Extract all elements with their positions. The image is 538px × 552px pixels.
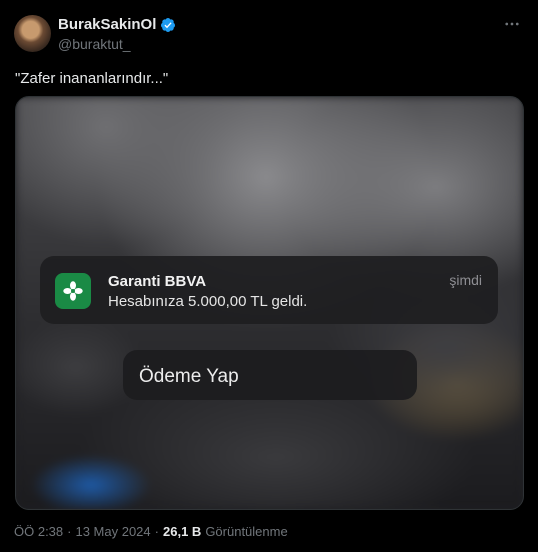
verified-badge-icon [161,17,176,32]
author-handle[interactable]: @buraktut_ [58,36,131,52]
tweet-time[interactable]: ÖÖ 2:38 [14,524,63,539]
author-name-row: BurakSakinOl [58,16,176,33]
more-options-icon[interactable] [502,14,522,34]
bank-notification: Garanti BBVA Hesabınıza 5.000,00 TL geld… [40,256,498,324]
notification-time: şimdi [449,272,482,288]
notification-title: Garanti BBVA [108,273,207,290]
ellipsis-icon [505,22,519,26]
author-name[interactable]: BurakSakinOl [58,16,156,33]
pay-action-label: Ödeme Yap [139,366,239,387]
views-count: 26,1 B [163,524,202,539]
tweet-date[interactable]: 13 May 2024 [75,524,150,539]
views-label: Görüntülenme [205,524,288,539]
meta-separator: · [154,524,159,539]
tweet-text: "Zafer inananlarındır..." [15,70,169,87]
clover-logo-icon [63,281,83,301]
meta-separator: · [67,524,72,539]
pay-action-button: Ödeme Yap [123,350,417,400]
garanti-app-icon [55,273,91,309]
author-avatar[interactable] [14,15,51,52]
tweet-meta: ÖÖ 2:38 · 13 May 2024 · 26,1 B Görüntüle… [14,524,288,539]
tweet-media-image[interactable]: Garanti BBVA Hesabınıza 5.000,00 TL geld… [15,96,524,510]
notification-message: Hesabınıza 5.000,00 TL geldi. [108,293,308,310]
